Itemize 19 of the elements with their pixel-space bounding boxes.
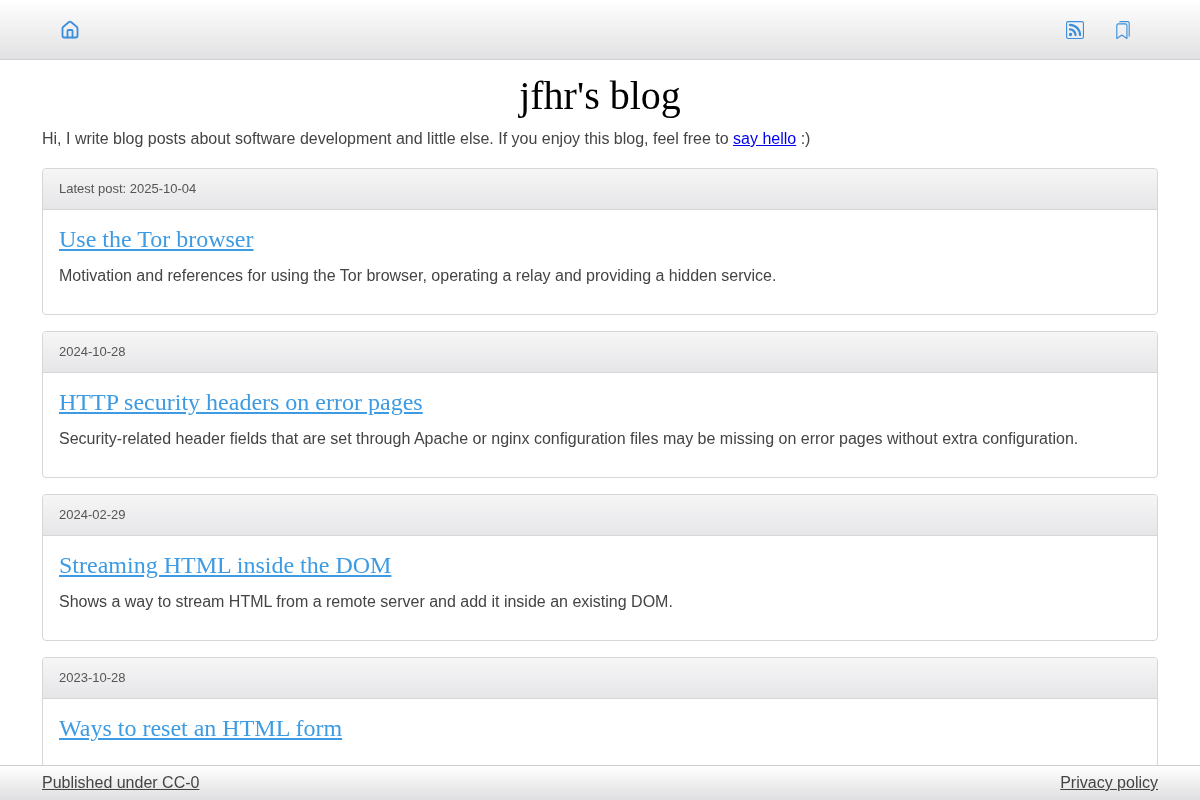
post-summary: Motivation and references for using the Tor browser, operating a relay and providing a hidden service. (59, 266, 778, 286)
post-date: Latest post: 2025-10-04 (59, 180, 197, 199)
footer-link[interactable]: Privacy policy (1060, 773, 1158, 793)
footer-link[interactable]: Published under CC-0 (42, 773, 200, 793)
post-date: 2024-02-29 (59, 506, 126, 525)
post-summary: Security-related header fields that are set through Apache or nginx configuration files may be missing on error pages without extra configuration. (59, 429, 1080, 449)
say-hello-link[interactable]: say hello (733, 130, 797, 147)
post-title-link[interactable]: HTTP security headers on error pages (59, 389, 423, 415)
post-title-link[interactable]: Use the Tor browser (59, 226, 254, 252)
intro-text: Hi, I write blog posts about software development and little else. If you enjoy this blog, feel free to say hello :) (42, 129, 812, 149)
blog-title: jfhr's blog (517, 72, 682, 120)
rss-icon[interactable] (1066, 20, 1084, 39)
home-icon[interactable] (60, 19, 80, 40)
post-title-link[interactable]: Streaming HTML inside the DOM (59, 552, 392, 578)
post-title-link[interactable]: Ways to reset an HTML form (59, 715, 343, 741)
post-date: 2024-10-28 (59, 343, 126, 362)
post-date: 2023-10-28 (59, 669, 126, 688)
post-summary: Shows a way to stream HTML from a remote server and add it inside an existing DOM. (59, 592, 674, 612)
bookmarks-icon[interactable] (1114, 20, 1132, 39)
